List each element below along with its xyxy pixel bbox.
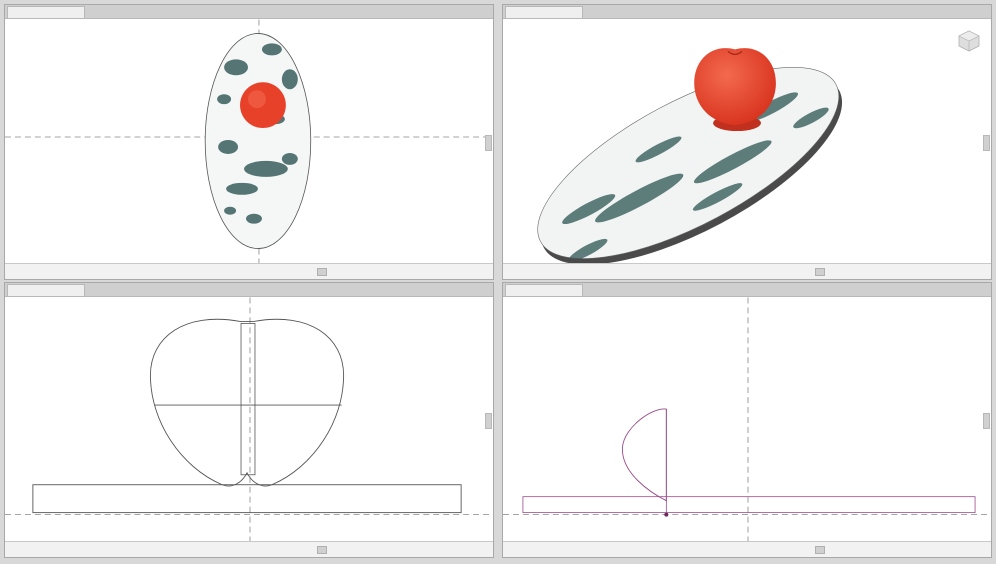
viewport-tab-front[interactable] [7, 284, 85, 296]
pivot-marker [664, 512, 669, 517]
viewport-statusbar [5, 263, 493, 279]
viewport-tab-perspective[interactable] [505, 6, 583, 18]
cad-application [0, 0, 996, 564]
viewport-scroll-thumb[interactable] [815, 546, 825, 554]
viewport-tab-top[interactable] [7, 6, 85, 18]
apple-profile-right[interactable] [622, 408, 667, 502]
viewport-canvas-top[interactable] [5, 19, 493, 265]
viewport-canvas-front[interactable] [5, 297, 493, 543]
viewport-statusbar [5, 541, 493, 557]
viewport-perspective[interactable] [502, 4, 992, 280]
viewport-scroll-handle[interactable] [485, 413, 492, 429]
apple-core-front [240, 322, 256, 476]
viewport-scroll-handle[interactable] [983, 135, 990, 151]
application-statusbar [0, 558, 996, 564]
viewport-tab-bar [503, 283, 991, 297]
viewport-tab-bar [5, 283, 493, 297]
viewport-canvas-perspective[interactable] [503, 19, 991, 265]
viewport-right[interactable] [502, 282, 992, 558]
viewport-top[interactable] [4, 4, 494, 280]
viewport-statusbar [503, 263, 991, 279]
viewport-front[interactable] [4, 282, 494, 558]
marble-slab-perspective[interactable] [512, 30, 865, 265]
viewport-tab-bar [5, 5, 493, 19]
apple-top-highlight [248, 90, 266, 109]
apple-profile-front[interactable] [149, 318, 345, 487]
marble-slab-front[interactable] [32, 484, 462, 514]
viewport-scroll-thumb[interactable] [317, 546, 327, 554]
viewport-scroll-handle[interactable] [983, 413, 990, 429]
viewport-scroll-handle[interactable] [485, 135, 492, 151]
viewport-tab-bar [503, 5, 991, 19]
viewport-canvas-right[interactable] [503, 297, 991, 543]
marble-slab-right[interactable] [522, 496, 976, 514]
viewport-statusbar [503, 541, 991, 557]
view-cube-icon[interactable] [957, 29, 981, 53]
viewport-scroll-thumb[interactable] [815, 268, 825, 276]
viewport-scroll-thumb[interactable] [317, 268, 327, 276]
viewport-tab-right[interactable] [505, 284, 583, 296]
